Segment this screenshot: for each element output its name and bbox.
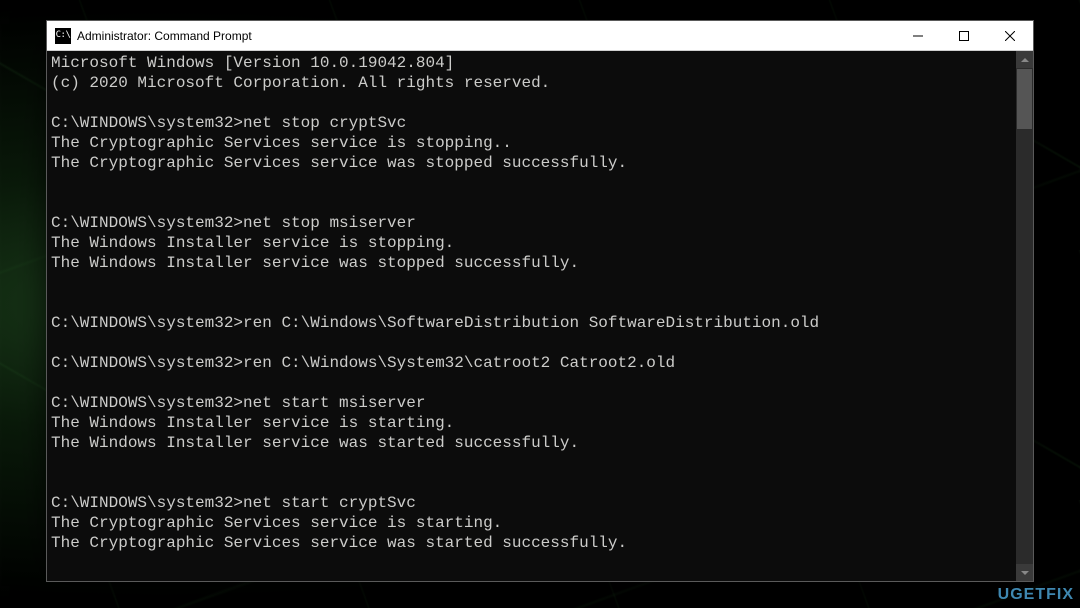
- console-area[interactable]: Microsoft Windows [Version 10.0.19042.80…: [47, 51, 1033, 581]
- close-button[interactable]: [987, 21, 1033, 50]
- scroll-down-arrow-icon[interactable]: [1016, 564, 1033, 581]
- window-title: Administrator: Command Prompt: [77, 29, 252, 43]
- window-controls: [895, 21, 1033, 50]
- scroll-thumb[interactable]: [1017, 69, 1032, 129]
- command-prompt-window: C:\ Administrator: Command Prompt Micros…: [46, 20, 1034, 582]
- titlebar[interactable]: C:\ Administrator: Command Prompt: [47, 21, 1033, 51]
- maximize-button[interactable]: [941, 21, 987, 50]
- console-output: Microsoft Windows [Version 10.0.19042.80…: [47, 51, 1033, 555]
- cmd-icon: C:\: [55, 28, 71, 44]
- minimize-button[interactable]: [895, 21, 941, 50]
- vertical-scrollbar[interactable]: [1016, 51, 1033, 581]
- watermark-text: UGETFIX: [998, 586, 1074, 604]
- scroll-up-arrow-icon[interactable]: [1016, 51, 1033, 68]
